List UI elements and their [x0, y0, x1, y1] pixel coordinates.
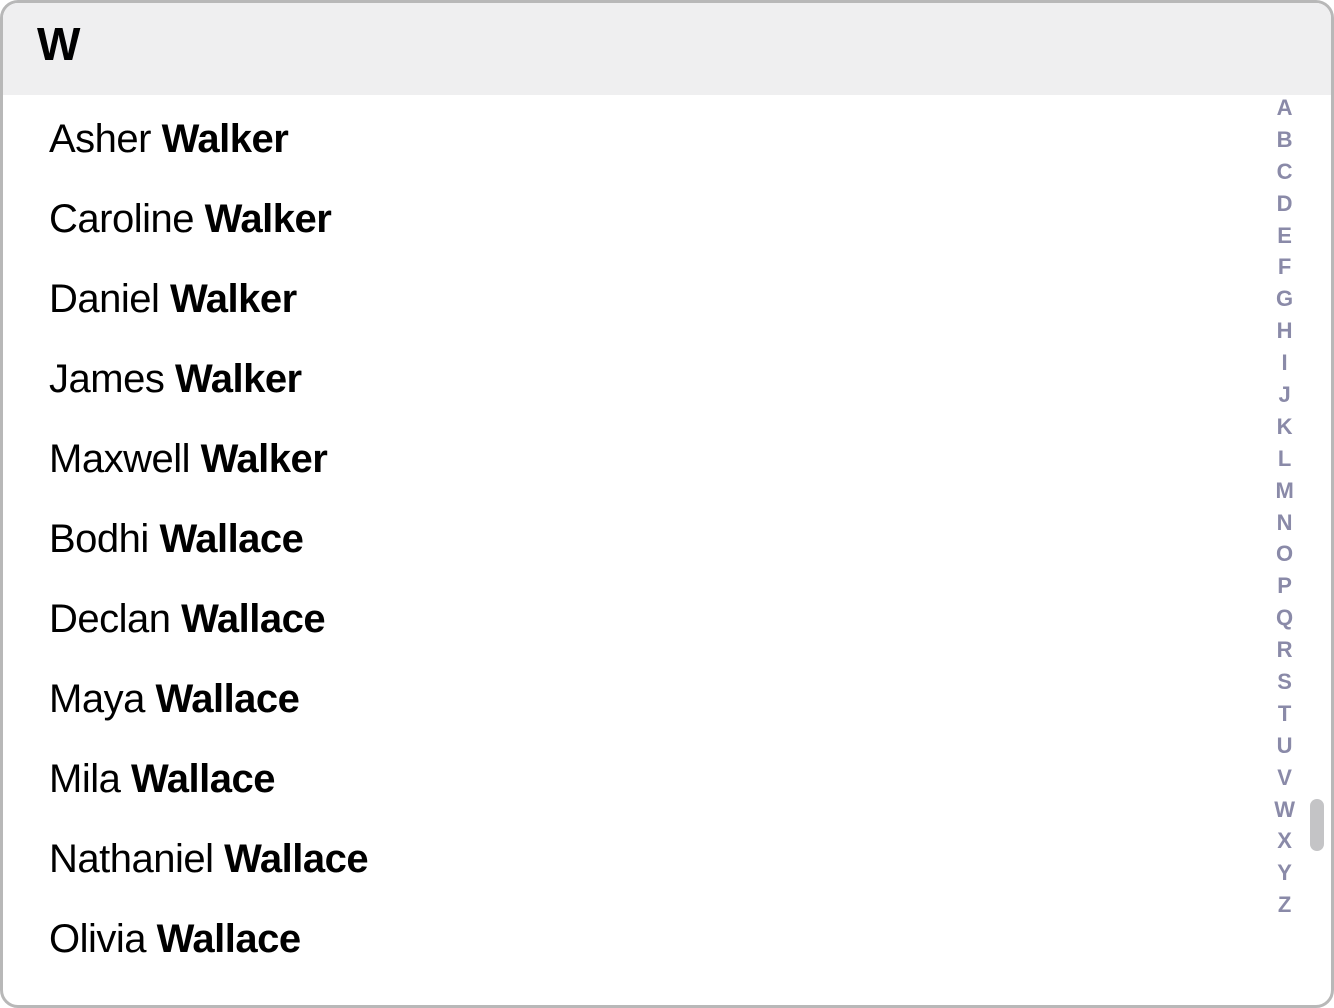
contact-first-name: James	[49, 357, 164, 401]
section-header: W	[3, 3, 1331, 95]
contact-last-name: Wallace	[224, 837, 368, 881]
index-letter-b[interactable]: B	[1277, 127, 1293, 153]
index-letter-c[interactable]: C	[1277, 159, 1293, 185]
contact-last-name: Walker	[175, 357, 302, 401]
contact-row[interactable]: Maxwell Walker	[49, 419, 1331, 499]
contact-first-name: Maxwell	[49, 437, 190, 481]
index-letter-y[interactable]: Y	[1277, 860, 1292, 886]
index-letter-x[interactable]: X	[1277, 828, 1292, 854]
contact-first-name: Olivia	[49, 917, 146, 961]
index-letter-u[interactable]: U	[1277, 733, 1293, 759]
contact-last-name: Wallace	[131, 757, 275, 801]
contact-row[interactable]: Asher Walker	[49, 99, 1331, 179]
contact-row[interactable]: Daniel Walker	[49, 259, 1331, 339]
index-letter-i[interactable]: I	[1282, 350, 1288, 376]
index-letter-r[interactable]: R	[1277, 637, 1293, 663]
contact-first-name: Daniel	[49, 277, 159, 321]
contact-first-name: Mila	[49, 757, 120, 801]
contact-last-name: Walker	[170, 277, 297, 321]
index-letter-q[interactable]: Q	[1276, 605, 1293, 631]
index-letter-n[interactable]: N	[1277, 510, 1293, 536]
index-letter-s[interactable]: S	[1277, 669, 1292, 695]
index-letter-p[interactable]: P	[1277, 573, 1292, 599]
contact-first-name: Declan	[49, 597, 171, 641]
scrollbar-track[interactable]	[1310, 11, 1326, 997]
contact-list[interactable]: Asher Walker Caroline Walker Daniel Walk…	[3, 95, 1331, 979]
contact-row[interactable]: Maya Wallace	[49, 659, 1331, 739]
contact-last-name: Walker	[201, 437, 328, 481]
contact-row[interactable]: Olivia Wallace	[49, 899, 1331, 979]
app-frame: W Asher Walker Caroline Walker Daniel Wa…	[0, 0, 1334, 1008]
index-letter-j[interactable]: J	[1278, 382, 1290, 408]
contact-last-name: Wallace	[155, 677, 299, 721]
index-letter-l[interactable]: L	[1278, 446, 1291, 472]
contact-row[interactable]: Bodhi Wallace	[49, 499, 1331, 579]
index-letter-m[interactable]: M	[1275, 478, 1293, 504]
index-letter-e[interactable]: E	[1277, 223, 1292, 249]
index-letter-o[interactable]: O	[1276, 541, 1293, 567]
contact-first-name: Nathaniel	[49, 837, 214, 881]
contact-first-name: Bodhi	[49, 517, 149, 561]
contact-last-name: Wallace	[181, 597, 325, 641]
index-letter-g[interactable]: G	[1276, 286, 1293, 312]
contact-row[interactable]: Declan Wallace	[49, 579, 1331, 659]
index-letter-w[interactable]: W	[1274, 797, 1295, 823]
alphabet-index[interactable]: A B C D E F G H I J K L M N O P Q R S T …	[1274, 95, 1295, 919]
contact-row[interactable]: James Walker	[49, 339, 1331, 419]
index-letter-f[interactable]: F	[1278, 254, 1291, 280]
index-letter-d[interactable]: D	[1277, 191, 1293, 217]
contact-last-name: Walker	[205, 197, 332, 241]
index-letter-h[interactable]: H	[1277, 318, 1293, 344]
contact-last-name: Wallace	[157, 917, 301, 961]
index-letter-a[interactable]: A	[1277, 95, 1293, 121]
contact-last-name: Walker	[162, 117, 289, 161]
contact-first-name: Maya	[49, 677, 145, 721]
contact-row[interactable]: Nathaniel Wallace	[49, 819, 1331, 899]
contact-first-name: Caroline	[49, 197, 194, 241]
scrollbar-thumb[interactable]	[1310, 799, 1324, 851]
index-letter-t[interactable]: T	[1278, 701, 1291, 727]
contact-row[interactable]: Mila Wallace	[49, 739, 1331, 819]
index-letter-k[interactable]: K	[1277, 414, 1293, 440]
contact-first-name: Asher	[49, 117, 151, 161]
contact-last-name: Wallace	[159, 517, 303, 561]
index-letter-z[interactable]: Z	[1278, 892, 1291, 918]
contact-row[interactable]: Caroline Walker	[49, 179, 1331, 259]
index-letter-v[interactable]: V	[1277, 765, 1292, 791]
section-letter: W	[37, 18, 79, 70]
